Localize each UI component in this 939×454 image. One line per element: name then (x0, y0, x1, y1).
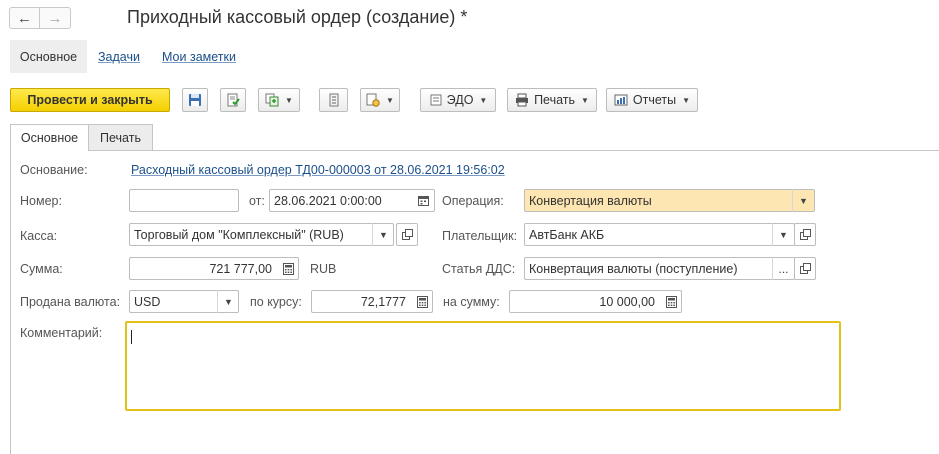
open-form-icon (799, 229, 811, 240)
back-button[interactable]: ← (9, 7, 40, 29)
amount-field[interactable]: 721 777,00 (129, 257, 299, 280)
cashbox-label: Касса: (20, 229, 58, 243)
chevron-down-icon: ▼ (379, 229, 388, 240)
calculator-icon (282, 262, 294, 275)
ellipsis-icon: ... (778, 261, 789, 276)
section-main[interactable]: Основное (10, 40, 87, 73)
chevron-down-icon: ▼ (386, 95, 394, 105)
amount-label: Сумма: (20, 262, 63, 276)
dds-label: Статья ДДС: (442, 262, 516, 276)
chevron-down-icon: ▼ (682, 95, 691, 105)
related-documents-icon (366, 93, 380, 107)
page-title: Приходный кассовый ордер (создание) * (127, 7, 468, 27)
chevron-down-icon: ▼ (581, 95, 589, 105)
section-tasks[interactable]: Задачи (98, 40, 140, 73)
text-cursor (131, 330, 132, 344)
operation-dropdown-button[interactable]: ▼ (792, 189, 814, 212)
post-button[interactable] (220, 88, 246, 112)
arrow-right-icon: → (47, 9, 63, 27)
amount-currency: RUB (310, 262, 337, 276)
dds-choose-button[interactable]: ... (772, 257, 794, 280)
edo-label: ЭДО (446, 93, 474, 107)
cashbox-dropdown-button[interactable]: ▼ (372, 223, 394, 246)
operation-select[interactable]: Конвертация валюты (524, 189, 815, 212)
section-notes[interactable]: Мои заметки (162, 40, 236, 73)
edo-icon (430, 94, 442, 106)
date-label: от: (249, 194, 265, 208)
reports-icon (614, 94, 628, 106)
payer-select[interactable]: АвтБанк АКБ (524, 223, 795, 246)
chevron-down-icon: ▼ (479, 95, 488, 105)
chevron-down-icon: ▼ (224, 296, 233, 307)
sum-calculator-button[interactable] (660, 290, 682, 313)
create-based-on-button[interactable]: ▼ (258, 88, 300, 112)
operation-label: Операция: (442, 194, 504, 208)
amount-calculator-button[interactable] (277, 257, 299, 280)
tab-print[interactable]: Печать (89, 124, 153, 150)
tab-divider (10, 150, 939, 151)
chevron-down-icon: ▼ (285, 95, 293, 105)
cashbox-open-button[interactable] (396, 223, 418, 246)
cashbox-select[interactable]: Торговый дом "Комплексный" (RUB) (129, 223, 394, 246)
calendar-button[interactable] (412, 189, 434, 212)
number-field[interactable] (129, 189, 239, 212)
floppy-disk-icon (189, 94, 201, 106)
arrow-left-icon: ← (17, 9, 32, 27)
open-form-icon (799, 263, 811, 274)
rate-label: по курсу: (250, 295, 302, 309)
calculator-icon (665, 295, 677, 308)
create-based-on-icon (265, 93, 279, 107)
save-button[interactable] (182, 88, 208, 112)
basis-label: Основание: (20, 163, 88, 177)
chevron-down-icon: ▼ (799, 195, 808, 206)
dds-open-button[interactable] (794, 257, 816, 280)
open-form-icon (401, 229, 413, 240)
tab-main[interactable]: Основное (10, 124, 89, 151)
form-border (10, 150, 11, 454)
forward-button[interactable]: → (40, 7, 71, 29)
print-button[interactable]: Печать ▼ (507, 88, 597, 112)
comment-textarea[interactable] (125, 321, 841, 411)
post-and-close-button[interactable]: Провести и закрыть (10, 88, 170, 112)
comment-label: Комментарий: (20, 326, 103, 340)
document-structure-button[interactable] (319, 88, 348, 112)
sum-label: на сумму: (443, 295, 500, 309)
reports-label: Отчеты (632, 93, 677, 107)
print-label: Печать (534, 93, 576, 107)
date-field[interactable]: 28.06.2021 0:00:00 (269, 189, 435, 212)
number-label: Номер: (20, 194, 62, 208)
sum-field[interactable]: 10 000,00 (509, 290, 682, 313)
document-structure-icon (329, 93, 338, 107)
basis-document-link[interactable]: Расходный кассовый ордер ТД00-000003 от … (131, 163, 505, 177)
edo-button[interactable]: ЭДО ▼ (420, 88, 496, 112)
calculator-icon (416, 295, 428, 308)
rate-calculator-button[interactable] (411, 290, 433, 313)
dds-select[interactable]: Конвертация валюты (поступление) (524, 257, 795, 280)
chevron-down-icon: ▼ (779, 229, 788, 240)
payer-label: Плательщик: (442, 229, 518, 243)
sold-currency-label: Продана валюта: (20, 295, 121, 309)
calendar-icon (417, 196, 429, 206)
sold-currency-dropdown-button[interactable]: ▼ (217, 290, 239, 313)
related-documents-button[interactable]: ▼ (360, 88, 400, 112)
payer-open-button[interactable] (794, 223, 816, 246)
reports-button[interactable]: Отчеты ▼ (606, 88, 698, 112)
post-document-icon (227, 93, 240, 107)
printer-icon (516, 93, 529, 107)
payer-dropdown-button[interactable]: ▼ (772, 223, 794, 246)
